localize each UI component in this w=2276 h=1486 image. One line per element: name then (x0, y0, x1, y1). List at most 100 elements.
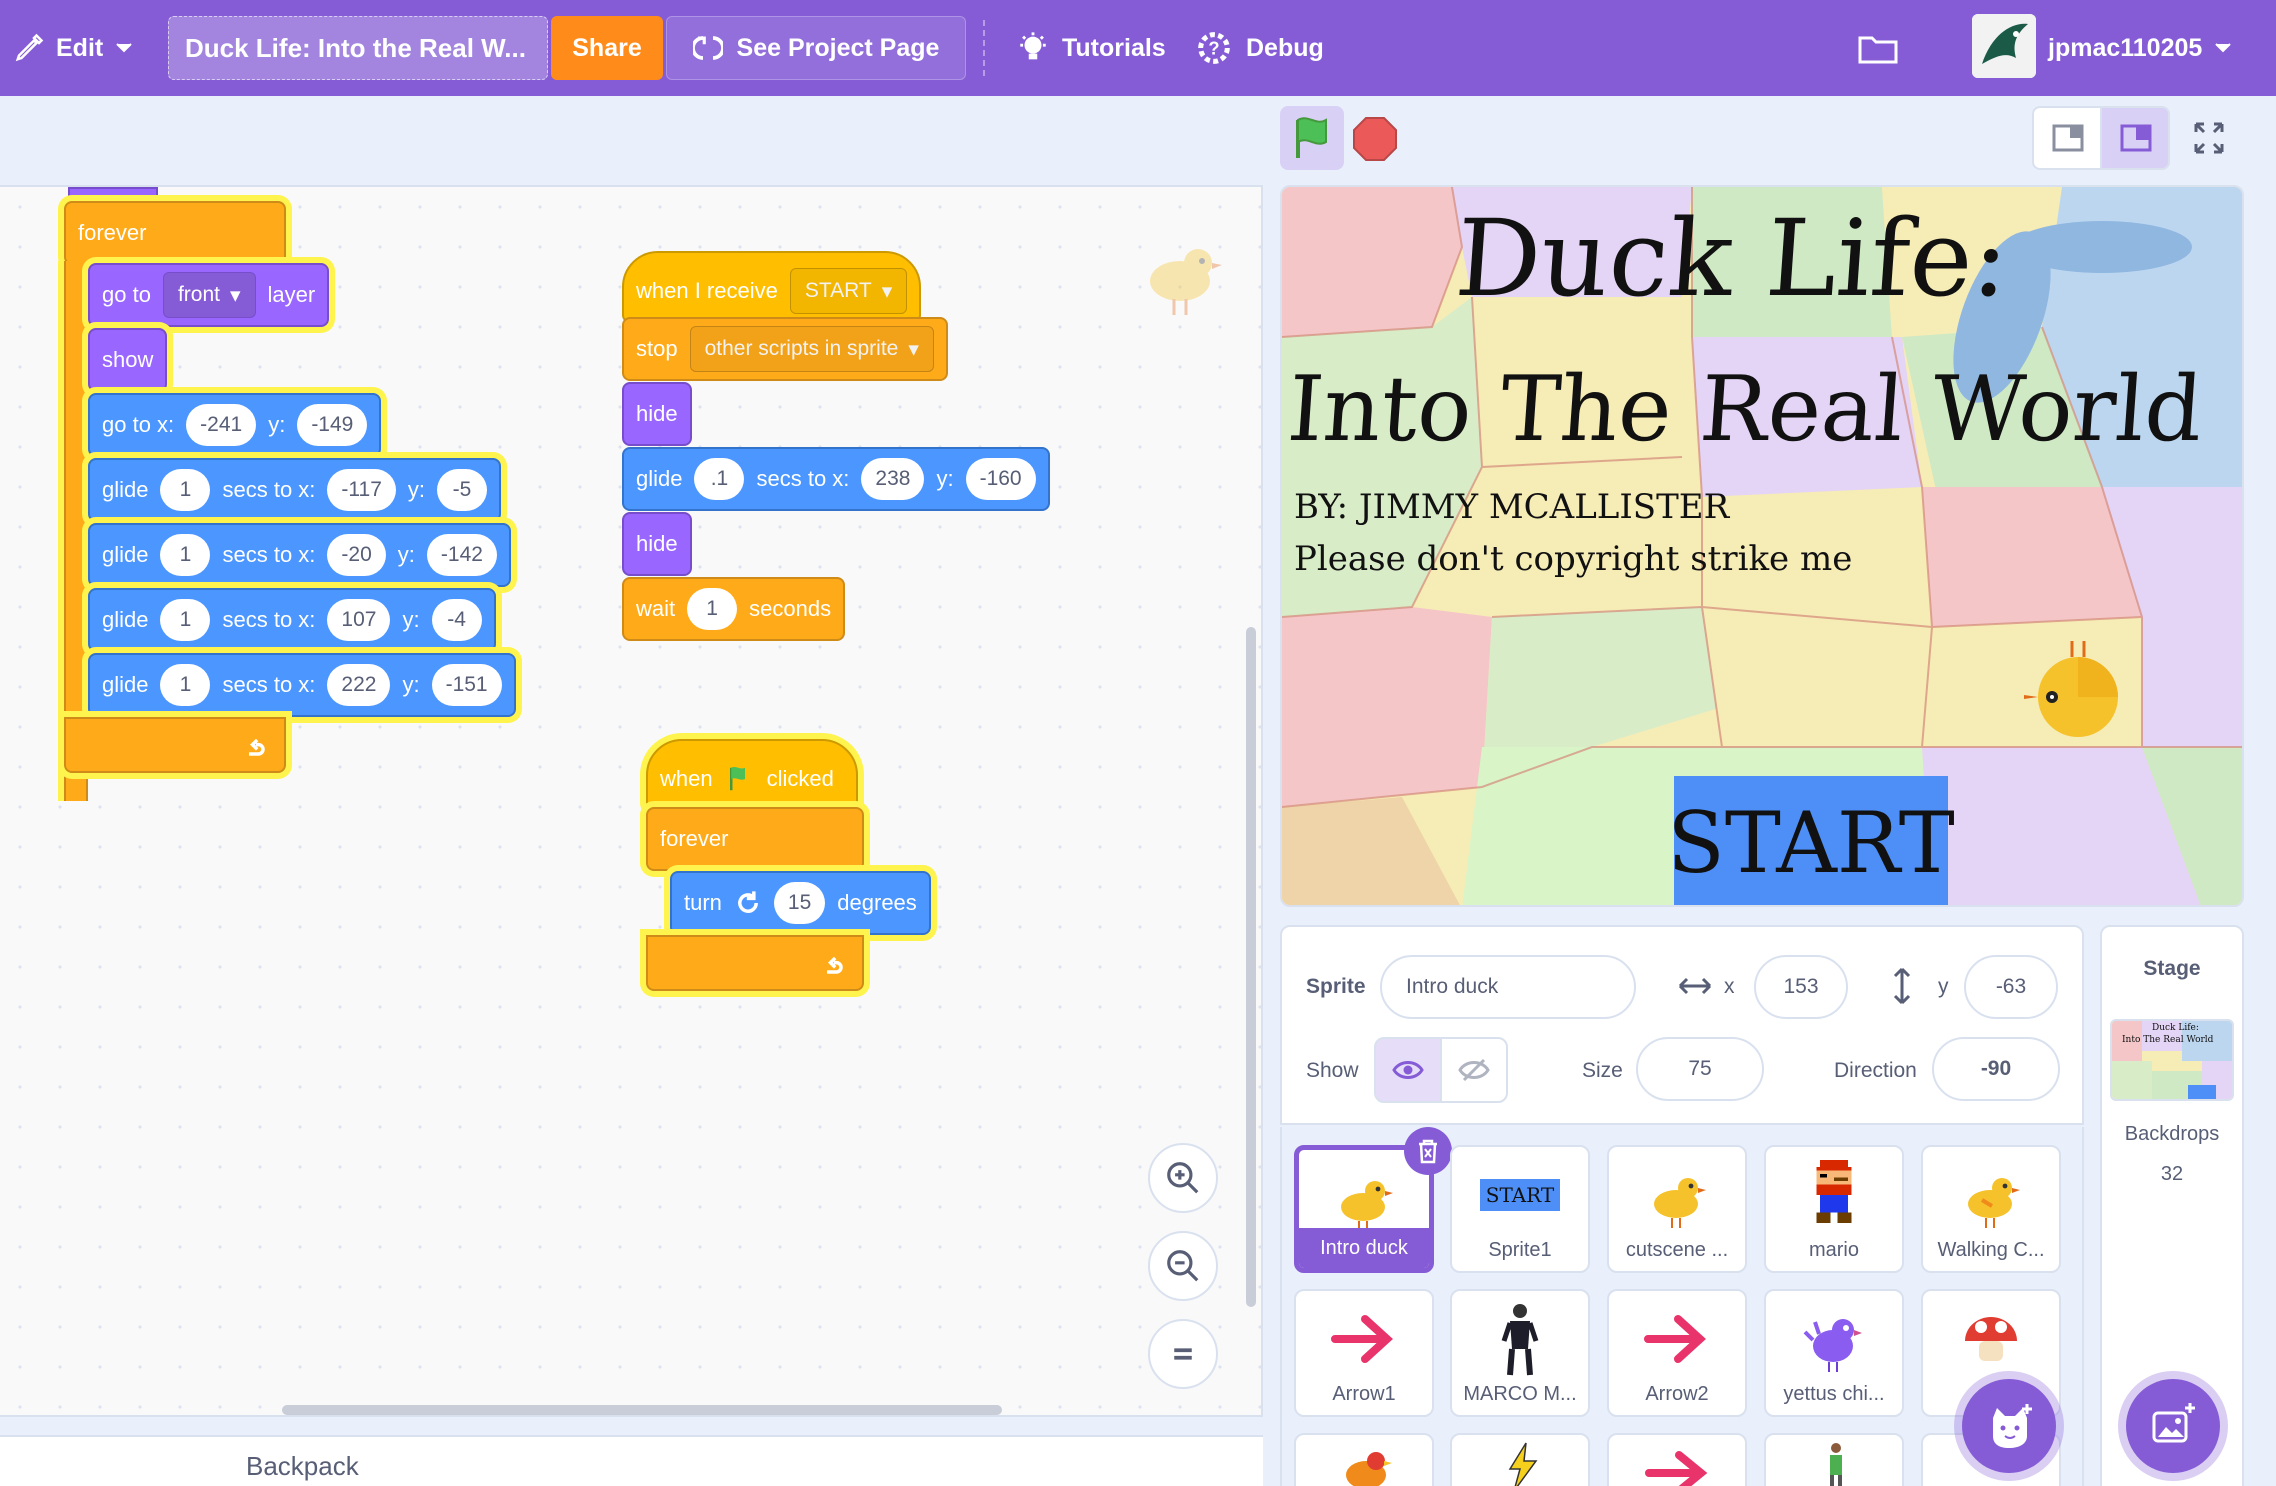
tutorials-button[interactable]: Tutorials (1016, 0, 1166, 96)
sprite-tile-sprite1[interactable]: START Sprite1 (1450, 1145, 1590, 1273)
x-input[interactable]: 107 (327, 599, 391, 641)
account-menu[interactable]: jpmac110205 (2048, 0, 2232, 96)
large-stage-button[interactable] (2100, 106, 2170, 170)
delete-sprite-button[interactable] (1404, 1127, 1452, 1175)
sprite-tile-cutscene[interactable]: cutscene ... (1607, 1145, 1747, 1273)
wait-block[interactable]: wait 1 seconds (622, 577, 846, 641)
arrow-icon (1645, 1451, 1708, 1486)
green-flag-icon (1296, 117, 1327, 158)
loop-arrow-icon (827, 956, 843, 974)
secs-input[interactable]: .1 (694, 458, 745, 500)
chevron-down-icon (2215, 43, 2232, 53)
vertical-scrollbar[interactable] (1246, 627, 1256, 1307)
person-icon (1452, 1299, 1588, 1379)
zoom-out-button[interactable] (1148, 1231, 1218, 1301)
sprite-tile-marco[interactable]: MARCO M... (1450, 1289, 1590, 1417)
share-button[interactable]: Share (551, 16, 663, 80)
glide-block[interactable]: glide 1 secs to x: 107 y: -4 (88, 588, 496, 652)
x-label: x (1724, 975, 1735, 998)
sprite-tile-walking[interactable]: Walking C... (1921, 1145, 2061, 1273)
glide-block[interactable]: glide 1 secs to x: -117 y: -5 (88, 458, 502, 522)
size-input[interactable]: 75 (1636, 1037, 1764, 1101)
fullscreen-button[interactable] (2176, 106, 2242, 170)
zoom-reset-button[interactable] (1148, 1319, 1218, 1389)
project-title-input[interactable]: Duck Life: Into the Real W... (168, 16, 548, 80)
sprite-tile-mario[interactable]: mario (1764, 1145, 1904, 1273)
choose-backdrop-button[interactable] (2126, 1379, 2220, 1473)
show-visible-button[interactable] (1374, 1037, 1442, 1103)
when-i-receive-block[interactable]: when I receive START ▾ (622, 251, 922, 323)
start-button[interactable]: START (1667, 776, 1955, 905)
turn-block[interactable]: turn 15 degrees (670, 871, 931, 935)
secs-input[interactable]: 1 (160, 469, 211, 511)
menu-divider (983, 20, 985, 76)
y-input[interactable]: -142 (426, 534, 497, 576)
y-input[interactable]: -151 (431, 664, 502, 706)
x-input[interactable]: -20 (327, 534, 386, 576)
x-input[interactable]: -117 (327, 469, 396, 511)
see-project-label: See Project Page (736, 33, 940, 62)
wait-input[interactable]: 1 (687, 588, 738, 630)
sprite-tile-row3-1[interactable] (1294, 1433, 1434, 1486)
y-input[interactable]: -160 (965, 458, 1036, 500)
y-input[interactable]: -5 (437, 469, 488, 511)
zoom-in-button[interactable] (1148, 1143, 1218, 1213)
sprite-tile-row3-2[interactable] (1450, 1433, 1590, 1486)
script-workspace[interactable]: forever go to front ▾ layer show go to x:… (0, 185, 1263, 1417)
stop-option-dropdown[interactable]: other scripts in sprite ▾ (689, 326, 934, 372)
my-stuff-button[interactable] (1858, 0, 1898, 96)
hide-block[interactable]: hide (622, 512, 692, 576)
username: jpmac110205 (2048, 33, 2203, 62)
see-project-page-button[interactable]: See Project Page (666, 16, 966, 80)
go-to-layer-block[interactable]: go to front ▾ layer (88, 263, 330, 327)
secs-to-x-label: secs to x: (222, 672, 316, 697)
start-label: START (1667, 793, 1955, 892)
choose-sprite-button[interactable] (1962, 1379, 2056, 1473)
stage-target-panel[interactable]: Stage Duck Life: Into The Real World Bac… (2100, 925, 2244, 1486)
secs-input[interactable]: 1 (160, 534, 211, 576)
debug-button[interactable]: ? Debug (1194, 0, 1324, 96)
degrees-input[interactable]: 15 (773, 882, 826, 924)
sprite-tile-yettus[interactable]: yettus chi... (1764, 1289, 1904, 1417)
secs-input[interactable]: 1 (160, 599, 211, 641)
avatar[interactable] (1972, 14, 2036, 78)
x-input[interactable]: -241 (186, 404, 257, 446)
secs-input[interactable]: 1 (160, 664, 211, 706)
sprite-tile-arrow1[interactable]: Arrow1 (1294, 1289, 1434, 1417)
glide-block[interactable]: glide 1 secs to x: -20 y: -142 (88, 523, 511, 587)
small-stage-button[interactable] (2032, 106, 2102, 170)
x-input[interactable]: 222 (327, 664, 391, 706)
hide-block[interactable]: hide (622, 382, 692, 446)
direction-input[interactable]: -90 (1932, 1037, 2060, 1101)
backpack-bar[interactable]: Backpack (0, 1435, 1263, 1486)
x-position-input[interactable]: 153 (1754, 955, 1848, 1019)
clicked-label: clicked (766, 766, 834, 791)
forever-block[interactable]: forever (646, 807, 864, 871)
sprite-tile-row3-3[interactable] (1607, 1433, 1747, 1486)
glide-block[interactable]: glide .1 secs to x: 238 y: -160 (622, 447, 1050, 511)
x-input[interactable]: 238 (861, 458, 925, 500)
direction-label: Direction (1834, 1059, 1917, 1082)
sprite-tile-arrow2[interactable]: Arrow2 (1607, 1289, 1747, 1417)
when-flag-clicked-block[interactable]: when clicked (646, 739, 858, 811)
small-stage-icon (2052, 124, 2084, 152)
edit-menu[interactable]: Edit (14, 0, 133, 96)
go-to-xy-block[interactable]: go to x: -241 y: -149 (88, 393, 382, 457)
sprite-name-input[interactable]: Intro duck (1380, 955, 1636, 1019)
show-hidden-button[interactable] (1440, 1037, 1508, 1103)
sprite-tile-row3-4[interactable] (1764, 1433, 1904, 1486)
forever-block[interactable]: forever (64, 201, 286, 265)
layer-dropdown[interactable]: front ▾ (162, 272, 256, 318)
stage-canvas[interactable]: Duck Life: Into The Real World BY: JIMMY… (1280, 185, 2244, 907)
green-flag-button[interactable] (1280, 106, 1344, 170)
y-input[interactable]: -4 (431, 599, 482, 641)
y-input[interactable]: -149 (297, 404, 368, 446)
stop-block[interactable]: stop other scripts in sprite ▾ (622, 317, 948, 381)
purple-bird-icon (1766, 1299, 1902, 1379)
show-block[interactable]: show (88, 328, 168, 392)
glide-block[interactable]: glide 1 secs to x: 222 y: -151 (88, 653, 516, 717)
horizontal-scrollbar[interactable] (282, 1405, 1002, 1415)
stop-button[interactable] (1352, 116, 1398, 162)
message-dropdown[interactable]: START ▾ (789, 268, 908, 314)
y-position-input[interactable]: -63 (1964, 955, 2058, 1019)
